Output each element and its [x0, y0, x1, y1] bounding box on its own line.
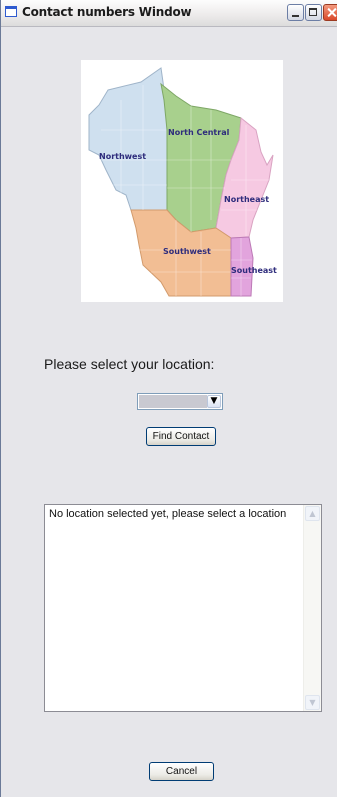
scroll-down-icon[interactable]: ▼ — [305, 695, 320, 710]
map-region-northwest — [88, 67, 168, 211]
location-select-value[interactable] — [139, 395, 207, 408]
region-map: Northwest North Central Northeast Southw… — [81, 60, 283, 302]
window-icon — [5, 6, 17, 17]
location-select[interactable]: ▼ — [137, 393, 223, 410]
wisconsin-map-image: Northwest North Central Northeast Southw… — [88, 67, 277, 297]
map-label-northwest: Northwest — [99, 152, 146, 161]
find-contact-button[interactable]: Find Contact — [146, 427, 216, 446]
scroll-up-icon[interactable]: ▲ — [305, 506, 320, 521]
map-label-northeast: Northeast — [224, 195, 269, 204]
result-textarea[interactable]: No location selected yet, please select … — [44, 504, 322, 712]
map-label-southwest: Southwest — [163, 247, 211, 256]
location-prompt: Please select your location: — [44, 356, 215, 372]
map-label-north-central: North Central — [168, 128, 230, 137]
result-scrollbar[interactable]: ▲ ▼ — [303, 505, 321, 711]
window-title: Contact numbers Window — [22, 5, 192, 19]
contact-numbers-window: Contact numbers Window Northwest North C… — [0, 0, 337, 797]
result-text: No location selected yet, please select … — [49, 508, 287, 520]
minimize-icon[interactable] — [287, 4, 304, 21]
cancel-button[interactable]: Cancel — [149, 762, 214, 781]
title-bar[interactable]: Contact numbers Window — [1, 0, 337, 27]
map-label-southeast: Southeast — [231, 266, 277, 275]
chevron-down-icon[interactable]: ▼ — [207, 395, 221, 408]
maximize-icon[interactable] — [305, 4, 322, 21]
close-icon[interactable] — [323, 4, 337, 21]
